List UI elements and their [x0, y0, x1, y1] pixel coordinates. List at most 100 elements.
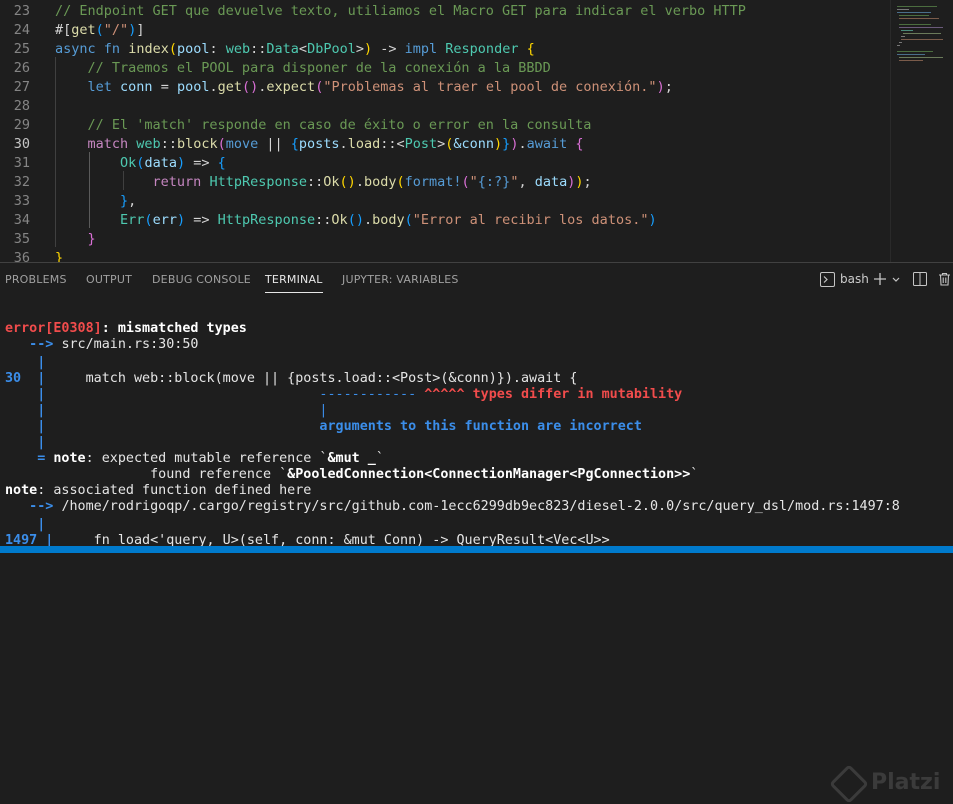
code-line[interactable]: 30 match web::block(move || {posts.load:…: [0, 135, 890, 154]
code-token: (: [217, 136, 226, 152]
code-token: web: [225, 41, 251, 57]
minimap-line: [903, 33, 941, 34]
terminal-text: `: [375, 451, 384, 466]
code-token: {: [575, 136, 584, 152]
line-number: 34: [13, 212, 30, 228]
panel-tabs: PROBLEMS OUTPUT DEBUG CONSOLE TERMINAL J…: [0, 263, 953, 296]
tab-terminal[interactable]: TERMINAL: [265, 263, 323, 296]
code-token: {: [526, 41, 535, 57]
code-line[interactable]: 25 async fn index(pool: web::Data<DbPool>…: [0, 40, 890, 59]
code-line[interactable]: 32 return HttpResponse::Ok().body(format…: [0, 173, 890, 192]
code-token: #[: [55, 22, 72, 38]
line-number: 33: [13, 193, 30, 209]
line-number: 24: [13, 22, 30, 38]
terminal-text: |: [319, 403, 328, 418]
terminal-text: |: [5, 355, 46, 370]
code-token: Ok: [323, 174, 340, 190]
minimap-line: [897, 12, 931, 13]
tab-output[interactable]: OUTPUT: [86, 263, 132, 296]
chevron-down-icon: [892, 277, 900, 282]
terminal-text: |: [5, 387, 46, 402]
code-token: // El 'match' responde en caso de éxito …: [55, 117, 592, 133]
code-token: data: [144, 155, 177, 171]
code-editor[interactable]: 23 // Endpoint GET que devuelve texto, ut…: [0, 0, 953, 262]
bottom-panel: PROBLEMS OUTPUT DEBUG CONSOLE TERMINAL J…: [0, 262, 953, 804]
code-token: ): [176, 212, 186, 228]
terminal-text: arguments to this function are incorrect: [319, 419, 642, 434]
code-token: ::: [160, 136, 177, 152]
minimap-line: [897, 54, 925, 55]
terminal-text: : associated function defined here: [37, 483, 312, 498]
line-number: 27: [13, 79, 30, 95]
terminal-text: `: [690, 467, 699, 482]
code-token: ||: [258, 136, 291, 152]
terminal-name: bash: [840, 272, 869, 286]
code-line[interactable]: 23 // Endpoint GET que devuelve texto, ut…: [0, 2, 890, 21]
code-token: .: [355, 174, 364, 190]
terminal-text: found reference `: [5, 467, 288, 482]
minimap-line: [899, 57, 943, 58]
code-token: (: [396, 174, 405, 190]
line-number: 26: [13, 60, 30, 76]
minimap-line: [901, 39, 943, 40]
terminal-text: -->: [5, 337, 62, 352]
tab-debug-console[interactable]: DEBUG CONSOLE: [152, 263, 251, 296]
code-line[interactable]: 26 // Traemos el POOL para disponer de l…: [0, 59, 890, 78]
code-token: &conn: [453, 136, 495, 152]
minimap-line: [899, 27, 943, 28]
minimap-line: [899, 42, 902, 43]
status-bar[interactable]: [0, 546, 953, 553]
code-line[interactable]: 27 let conn = pool.get().expect("Problem…: [0, 78, 890, 97]
code-line[interactable]: 36}: [0, 249, 890, 262]
code-token: (): [242, 79, 259, 95]
terminal-text: : expected mutable reference `: [85, 451, 328, 466]
code-token: }: [87, 231, 96, 247]
terminal-text: : mismatched types: [101, 321, 247, 336]
terminal-text: note: [5, 483, 38, 498]
line-number: 36: [13, 250, 30, 262]
code-line[interactable]: 33 },: [0, 192, 890, 211]
code-token: (: [404, 212, 413, 228]
terminal-text: =: [5, 451, 54, 466]
code-token: ": [469, 174, 478, 190]
code-line[interactable]: 34 Err(err) => HttpResponse::Ok().body("…: [0, 211, 890, 230]
code-token: get: [71, 22, 96, 38]
code-token: ;: [664, 79, 673, 95]
minimap-line: [897, 9, 909, 10]
minimap-line: [901, 36, 905, 37]
terminal-line: 30 | match web::block(move || {posts.loa…: [5, 371, 577, 387]
code-token: err: [152, 212, 177, 228]
code-line[interactable]: 31 Ok(data) => {: [0, 154, 890, 173]
minimap[interactable]: [890, 0, 953, 262]
code-token: (: [461, 174, 470, 190]
terminal-text: error[E0308]: [5, 321, 102, 336]
watermark-text: Platzi: [871, 770, 941, 795]
code-token: ::: [307, 174, 324, 190]
code-line[interactable]: 28: [0, 97, 890, 116]
add-icon: [874, 273, 886, 285]
code-line[interactable]: 35 }: [0, 230, 890, 249]
code-line[interactable]: 24 #[get("/")]: [0, 21, 890, 40]
terminal-text: |: [5, 419, 46, 434]
code-line[interactable]: 29 // El 'match' responde en caso de éxi…: [0, 116, 890, 135]
code-token: expect: [266, 79, 316, 95]
line-number: 32: [13, 174, 30, 190]
split-icon: [913, 272, 927, 286]
line-code: let conn = pool.get().expect("Problemas …: [55, 78, 673, 97]
terminal-line: error[E0308]: mismatched types: [5, 321, 247, 337]
terminal-text: ------------: [319, 387, 417, 402]
code-token: .: [209, 79, 218, 95]
line-number: 28: [13, 98, 30, 114]
code-token: }: [120, 193, 129, 209]
code-token: .: [339, 136, 348, 152]
tab-problems[interactable]: PROBLEMS: [5, 263, 67, 296]
minimap-line: [897, 6, 937, 7]
tab-jupyter-variables[interactable]: JUPYTER: VARIABLES: [342, 263, 459, 296]
code-token: body: [363, 174, 397, 190]
platzi-watermark: Platzi: [829, 763, 945, 804]
minimap-line: [897, 45, 900, 46]
terminal-text: match web::block(move || {posts.load::<P…: [45, 371, 578, 386]
